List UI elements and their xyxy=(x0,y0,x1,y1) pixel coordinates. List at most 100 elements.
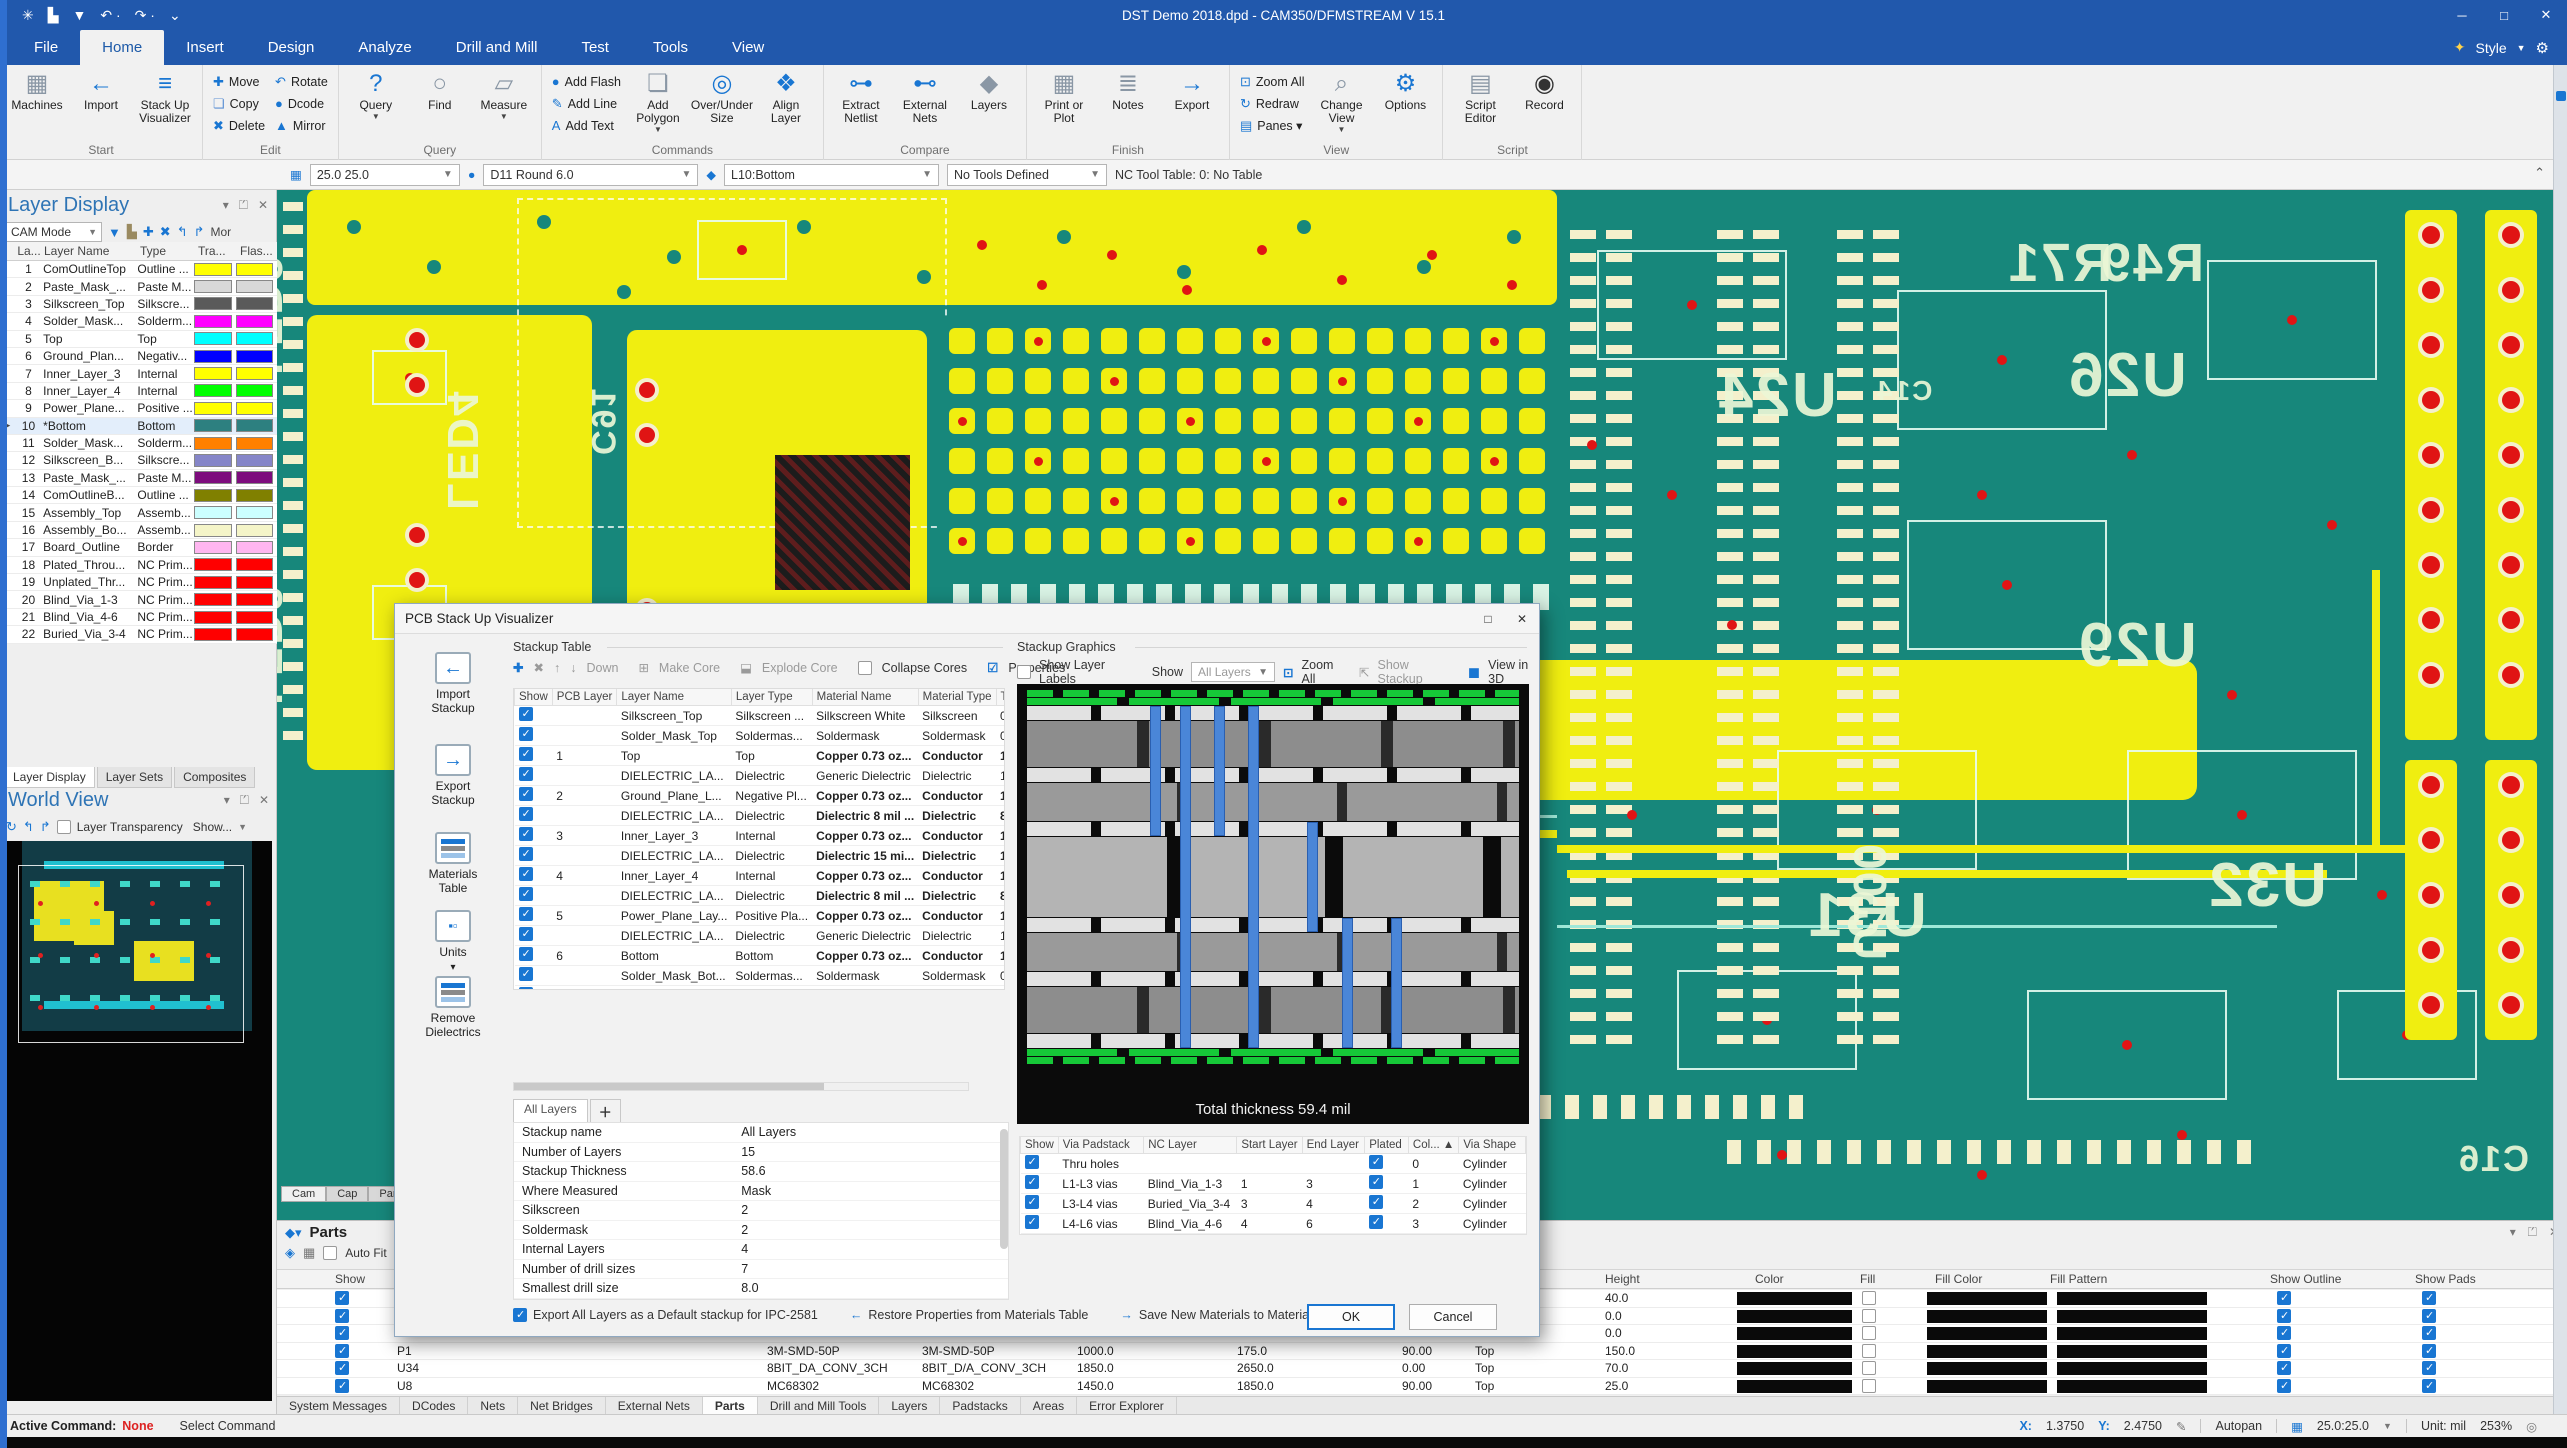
show-outline-checkbox[interactable] xyxy=(2277,1344,2291,1358)
delete-button[interactable]: ✖Delete xyxy=(209,115,269,136)
layer-row[interactable]: 3Silkscreen_TopSilkscre... xyxy=(0,296,277,313)
show-checkbox[interactable] xyxy=(519,827,533,841)
color-swatch[interactable] xyxy=(1737,1292,1852,1305)
move-up-icon[interactable]: ↑ xyxy=(554,661,560,675)
bottom-tab-areas[interactable]: Areas xyxy=(1021,1397,1077,1414)
fill-pattern-swatch[interactable] xyxy=(2057,1327,2207,1340)
panes-button[interactable]: ▤Panes ▾ xyxy=(1236,115,1309,136)
fill-pattern-swatch[interactable] xyxy=(2057,1380,2207,1393)
world-view-canvas[interactable] xyxy=(4,841,272,1401)
flash-color-swatch[interactable] xyxy=(236,437,273,450)
flash-color-swatch[interactable] xyxy=(236,471,273,484)
fill-checkbox[interactable] xyxy=(1862,1344,1876,1358)
layer-row[interactable]: 21Blind_Via_4-6NC Prim... xyxy=(0,609,277,626)
move-button[interactable]: ✚Move xyxy=(209,71,269,92)
stackup-property-row[interactable]: Number of Layers15 xyxy=(514,1143,1008,1163)
layer-row[interactable]: 22Buried_Via_3-4NC Prim... xyxy=(0,626,277,643)
properties-icon[interactable]: ☑ xyxy=(987,660,998,675)
export-default-checkbox[interactable] xyxy=(513,1308,527,1322)
flash-color-swatch[interactable] xyxy=(236,263,273,276)
parts-row[interactable]: U8MC68302MC683021450.01850.090.00Top25.0 xyxy=(277,1378,2567,1396)
via-row[interactable]: L3-L4 viasBuried_Via_3-4342Cylinder xyxy=(1021,1194,1526,1214)
flash-color-swatch[interactable] xyxy=(236,280,273,293)
stackup-property-row[interactable]: Soldermask2 xyxy=(514,1221,1008,1241)
dialog-close-button[interactable]: ✕ xyxy=(1505,604,1539,633)
graphics-show-combo[interactable]: All Layers▼ xyxy=(1191,662,1275,682)
trace-color-swatch[interactable] xyxy=(194,611,231,624)
bottom-tab-dcodes[interactable]: DCodes xyxy=(400,1397,468,1414)
explode-core-label[interactable]: Explode Core xyxy=(762,661,838,675)
undo-layers-icon[interactable]: ↰ xyxy=(177,224,188,240)
stackup-row[interactable]: Silkscreen_BottomSilkscreen ...Silkscree… xyxy=(515,986,1006,991)
show-outline-checkbox[interactable] xyxy=(2277,1309,2291,1323)
fill-pattern-swatch[interactable] xyxy=(2057,1292,2207,1305)
tab-view[interactable]: View xyxy=(710,30,786,65)
wv-redo-icon[interactable]: ↱ xyxy=(40,819,51,835)
fill-checkbox[interactable] xyxy=(1862,1326,1876,1340)
bottom-tab-drill-and-mill-tools[interactable]: Drill and Mill Tools xyxy=(758,1397,879,1414)
show-checkbox[interactable] xyxy=(335,1291,349,1305)
change-view-button[interactable]: ⌕ChangeView▼ xyxy=(1310,67,1372,134)
record-button[interactable]: ◉Record xyxy=(1513,67,1575,112)
flash-color-swatch[interactable] xyxy=(236,558,273,571)
minimize-button[interactable]: ─ xyxy=(2441,0,2483,30)
color-swatch[interactable] xyxy=(1737,1310,1852,1323)
bottom-tab-nets[interactable]: Nets xyxy=(468,1397,518,1414)
show-checkbox[interactable] xyxy=(519,967,533,981)
collapse-toolbar-icon[interactable]: ⌃ xyxy=(2534,165,2545,181)
add-line-button[interactable]: ✎Add Line xyxy=(548,93,625,114)
notes-button[interactable]: ≣Notes xyxy=(1097,67,1159,112)
layer-row[interactable]: 4Solder_Mask...Solderm... xyxy=(0,313,277,330)
show-pads-checkbox[interactable] xyxy=(2422,1291,2436,1305)
parts-row[interactable]: P13M-SMD-50P3M-SMD-50P1000.0175.090.00To… xyxy=(277,1343,2567,1361)
flash-color-swatch[interactable] xyxy=(236,524,273,537)
stackup-visualizer-button[interactable]: ≡Stack UpVisualizer xyxy=(134,67,196,125)
stackup-property-row[interactable]: Stackup nameAll Layers xyxy=(514,1123,1008,1143)
show-checkbox[interactable] xyxy=(519,747,533,761)
fill-checkbox[interactable] xyxy=(1862,1291,1876,1305)
fill-color-swatch[interactable] xyxy=(1927,1362,2047,1375)
stackup-property-row[interactable]: Where MeasuredMask xyxy=(514,1182,1008,1202)
fill-color-swatch[interactable] xyxy=(1927,1292,2047,1305)
open-layers-icon[interactable]: ▙ xyxy=(127,224,137,240)
align-layer-button[interactable]: ❖AlignLayer xyxy=(755,67,817,125)
show-pads-checkbox[interactable] xyxy=(2422,1379,2436,1393)
layer-row[interactable]: 1ComOutlineTopOutline ... xyxy=(0,261,277,278)
tools-combo[interactable]: No Tools Defined▼ xyxy=(947,164,1107,186)
maximize-button[interactable]: □ xyxy=(2483,0,2525,30)
plated-checkbox[interactable] xyxy=(1369,1175,1383,1189)
stackup-property-row[interactable]: Number of drill sizes7 xyxy=(514,1260,1008,1280)
flash-color-swatch[interactable] xyxy=(236,367,273,380)
help-gear-icon[interactable]: ⚙ xyxy=(2536,39,2549,57)
flash-color-swatch[interactable] xyxy=(236,454,273,467)
plated-checkbox[interactable] xyxy=(1369,1155,1383,1169)
down-label[interactable]: Down xyxy=(586,661,618,675)
stackup-row[interactable]: DIELECTRIC_LA...DielectricDielectric 15 … xyxy=(515,846,1006,866)
tab-drill-and-mill[interactable]: Drill and Mill xyxy=(434,30,560,65)
tab-insert[interactable]: Insert xyxy=(164,30,246,65)
flash-color-swatch[interactable] xyxy=(236,419,273,432)
layer-row[interactable]: ▶10*BottomBottom xyxy=(0,418,277,435)
close-button[interactable]: ✕ xyxy=(2525,0,2567,30)
parts-filter-icon[interactable]: ◆▾ xyxy=(285,1225,302,1241)
show-checkbox[interactable] xyxy=(519,707,533,721)
autopan-toggle[interactable]: Autopan xyxy=(2215,1419,2262,1433)
bottom-tab-layers[interactable]: Layers xyxy=(879,1397,940,1414)
dcode-button[interactable]: ●Dcode xyxy=(271,93,332,114)
trace-color-swatch[interactable] xyxy=(194,576,231,589)
plated-checkbox[interactable] xyxy=(1369,1215,1383,1229)
stackup-row[interactable]: DIELECTRIC_LA...DielectricGeneric Dielec… xyxy=(515,766,1006,786)
dialog-maximize-button[interactable]: □ xyxy=(1471,604,1505,633)
fill-checkbox[interactable] xyxy=(1862,1379,1876,1393)
flash-color-swatch[interactable] xyxy=(236,332,273,345)
show-pads-checkbox[interactable] xyxy=(2422,1326,2436,1340)
grid-combo[interactable]: 25.0 25.0▼ xyxy=(310,164,460,186)
cancel-button[interactable]: Cancel xyxy=(1409,1304,1497,1330)
layer-row[interactable]: 18Plated_Throu...NC Prim... xyxy=(0,557,277,574)
show-checkbox[interactable] xyxy=(519,767,533,781)
show-checkbox[interactable] xyxy=(519,847,533,861)
pane-pin-icon[interactable]: ⏍ xyxy=(240,793,249,808)
show-checkbox[interactable] xyxy=(335,1344,349,1358)
auto-fit-checkbox[interactable] xyxy=(323,1246,337,1260)
stackup-row[interactable]: 5Power_Plane_Lay...Positive Pla...Copper… xyxy=(515,906,1006,926)
